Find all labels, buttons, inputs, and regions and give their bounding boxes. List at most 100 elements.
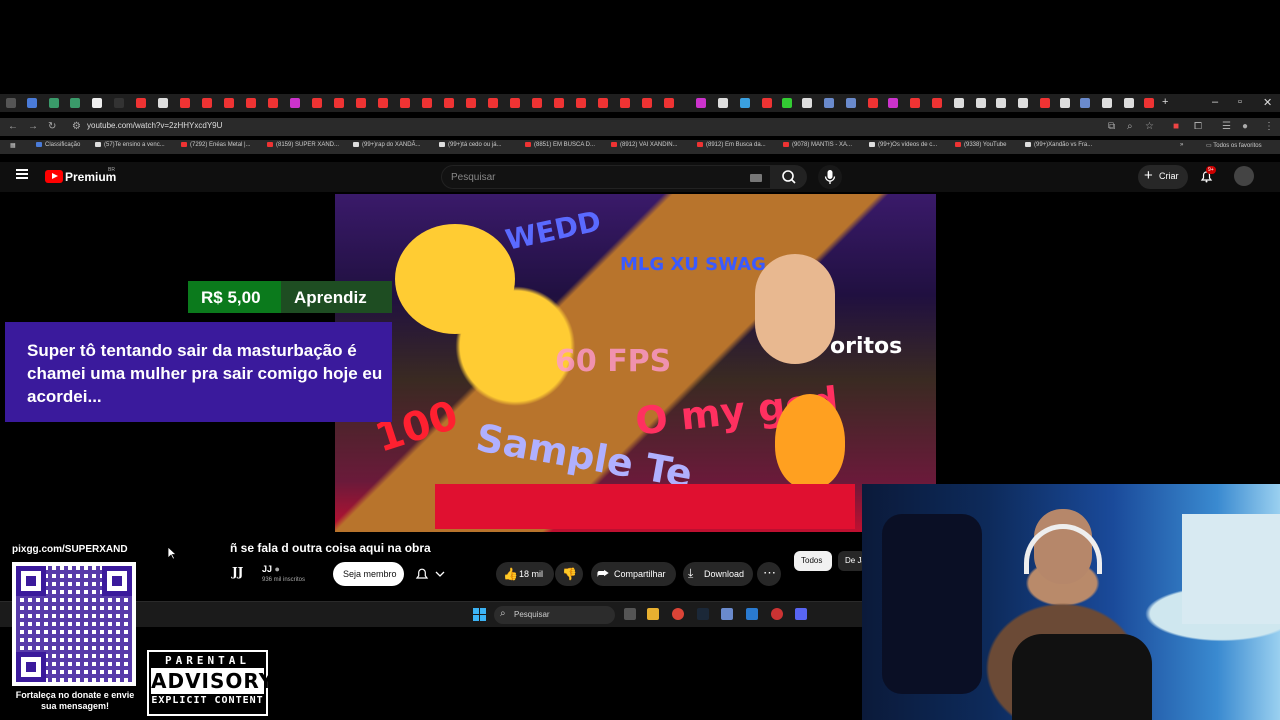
tab-tiktok[interactable] bbox=[996, 98, 1006, 108]
chrome-icon[interactable] bbox=[672, 608, 684, 620]
like-button[interactable]: 👍 18 mil bbox=[496, 562, 554, 586]
channel-avatar[interactable]: JJ bbox=[232, 565, 252, 582]
apps-icon[interactable]: ▦ bbox=[10, 142, 16, 149]
tab-tiktok[interactable] bbox=[954, 98, 964, 108]
search-button[interactable] bbox=[771, 165, 807, 189]
tab-youtube[interactable] bbox=[932, 98, 942, 108]
browser-menu-icon[interactable]: ⋮ bbox=[1264, 121, 1274, 132]
keyboard-icon[interactable] bbox=[750, 174, 762, 182]
tab-google[interactable] bbox=[802, 98, 812, 108]
avatar[interactable] bbox=[1234, 166, 1254, 186]
more-actions-button[interactable]: ⋯ bbox=[757, 562, 781, 586]
extensions-icon[interactable]: ⧠ bbox=[1194, 121, 1202, 132]
bookmark-item[interactable]: (7292) Enéas Metal |... bbox=[181, 142, 251, 148]
file-explorer-icon[interactable] bbox=[647, 608, 659, 620]
bookmark-item[interactable]: Classificação bbox=[36, 142, 80, 148]
video-player[interactable]: WEDD MLG XU SWAG 60 FPS oritos O my god … bbox=[335, 194, 936, 532]
tab-favicon[interactable] bbox=[70, 98, 80, 108]
tab-youtube[interactable] bbox=[334, 98, 344, 108]
url-input[interactable]: youtube.com/watch?v=2zHHYxcdY9U bbox=[87, 121, 222, 130]
tab-kick[interactable] bbox=[782, 98, 792, 108]
tab-youtube[interactable] bbox=[268, 98, 278, 108]
settings-icon[interactable] bbox=[721, 608, 733, 620]
bookmark-item[interactable]: (99+)tá cedo ou já... bbox=[439, 142, 502, 148]
tab-youtube[interactable] bbox=[1144, 98, 1154, 108]
hamburger-menu-icon[interactable] bbox=[16, 169, 28, 179]
bookmark-star-icon[interactable]: ☆ bbox=[1145, 121, 1154, 132]
tab-favicon[interactable] bbox=[824, 98, 834, 108]
install-icon[interactable]: ⧉ bbox=[1108, 121, 1115, 132]
bookmark-item[interactable]: (99+)Os vídeos de c... bbox=[869, 142, 937, 148]
tab-youtube[interactable] bbox=[180, 98, 190, 108]
tab-tiktok[interactable] bbox=[1124, 98, 1134, 108]
tab-youtube[interactable] bbox=[422, 98, 432, 108]
tab-tiktok[interactable] bbox=[718, 98, 728, 108]
bookmark-item[interactable]: (8159) SUPER XAND... bbox=[267, 142, 339, 148]
tab-youtube[interactable] bbox=[246, 98, 256, 108]
tab-youtube[interactable] bbox=[378, 98, 388, 108]
tab-favicon[interactable] bbox=[49, 98, 59, 108]
site-info-icon[interactable]: ⚙ bbox=[72, 121, 81, 132]
tab-search-icon[interactable] bbox=[6, 98, 16, 108]
steam-icon[interactable] bbox=[697, 608, 709, 620]
tab-youtube[interactable] bbox=[224, 98, 234, 108]
tab-youtube[interactable] bbox=[910, 98, 920, 108]
new-tab-icon[interactable]: + bbox=[1162, 96, 1168, 108]
minimize-icon[interactable]: – bbox=[1212, 96, 1218, 108]
tab-tiktok[interactable] bbox=[1102, 98, 1112, 108]
reload-icon[interactable]: ↻ bbox=[48, 121, 56, 132]
tab-youtube[interactable] bbox=[868, 98, 878, 108]
download-button[interactable]: ⤓ Download bbox=[683, 562, 753, 586]
bookmark-item[interactable]: (9338) YouTube bbox=[955, 142, 1006, 148]
tab-youtube[interactable] bbox=[488, 98, 498, 108]
tab-instagram[interactable] bbox=[888, 98, 898, 108]
tab-tiktok[interactable] bbox=[976, 98, 986, 108]
share-button[interactable]: ⮫ Compartilhar bbox=[591, 562, 676, 586]
app-icon[interactable] bbox=[795, 608, 807, 620]
tab-youtube[interactable] bbox=[356, 98, 366, 108]
youtube-logo-icon[interactable] bbox=[45, 170, 63, 183]
extension-icon[interactable]: ■ bbox=[1173, 121, 1179, 132]
profile-icon[interactable]: ● bbox=[1242, 121, 1248, 132]
tab-tiktok[interactable] bbox=[1060, 98, 1070, 108]
tab-youtube[interactable] bbox=[444, 98, 454, 108]
back-icon[interactable]: ← bbox=[8, 121, 18, 132]
tab-youtube[interactable] bbox=[1040, 98, 1050, 108]
bookmark-item[interactable]: (8912) VAI XANDIN... bbox=[611, 142, 678, 148]
voice-search-button[interactable] bbox=[818, 165, 842, 189]
task-view-icon[interactable] bbox=[624, 608, 636, 620]
chip-all[interactable]: Todos bbox=[794, 551, 832, 571]
forward-icon[interactable]: → bbox=[28, 121, 38, 132]
subscribe-bell-button[interactable] bbox=[410, 562, 454, 586]
tab-youtube[interactable] bbox=[664, 98, 674, 108]
app-icon[interactable] bbox=[771, 608, 783, 620]
tab-youtube[interactable] bbox=[620, 98, 630, 108]
tab-youtube[interactable] bbox=[762, 98, 772, 108]
close-icon[interactable]: ✕ bbox=[1263, 96, 1272, 109]
all-bookmarks-folder[interactable]: ▭ Todos os favoritos bbox=[1206, 142, 1262, 149]
bookmark-item[interactable]: (57)Te ensino a venc... bbox=[95, 142, 165, 148]
sidepanel-icon[interactable]: ☰ bbox=[1222, 121, 1231, 132]
bookmark-item[interactable]: (99+)Xandão vs Fra... bbox=[1025, 142, 1092, 148]
dislike-button[interactable]: 👎 bbox=[555, 562, 583, 586]
join-button[interactable]: Seja membro bbox=[333, 562, 404, 586]
tab-youtube[interactable] bbox=[400, 98, 410, 108]
tab-favicon[interactable] bbox=[92, 98, 102, 108]
channel-name[interactable]: JJ ● bbox=[262, 564, 280, 574]
tab-favicon[interactable] bbox=[27, 98, 37, 108]
bookmarks-overflow-icon[interactable]: » bbox=[1180, 142, 1183, 148]
tab-tiktok[interactable] bbox=[158, 98, 168, 108]
tab-favicon[interactable] bbox=[1080, 98, 1090, 108]
tab-youtube[interactable] bbox=[532, 98, 542, 108]
bookmark-item[interactable]: (8912) Em Busca da... bbox=[697, 142, 766, 148]
app-icon[interactable] bbox=[746, 608, 758, 620]
tab-youtube[interactable] bbox=[554, 98, 564, 108]
tab-youtube[interactable] bbox=[576, 98, 586, 108]
tab-active[interactable] bbox=[114, 98, 124, 108]
windows-start-icon[interactable] bbox=[473, 608, 486, 621]
tab-youtube[interactable] bbox=[202, 98, 212, 108]
bookmark-item[interactable]: (9078) MANTIS - XA... bbox=[783, 142, 852, 148]
tab-instagram[interactable] bbox=[290, 98, 300, 108]
tab-youtube[interactable] bbox=[598, 98, 608, 108]
restore-icon[interactable]: ▫ bbox=[1238, 96, 1242, 108]
